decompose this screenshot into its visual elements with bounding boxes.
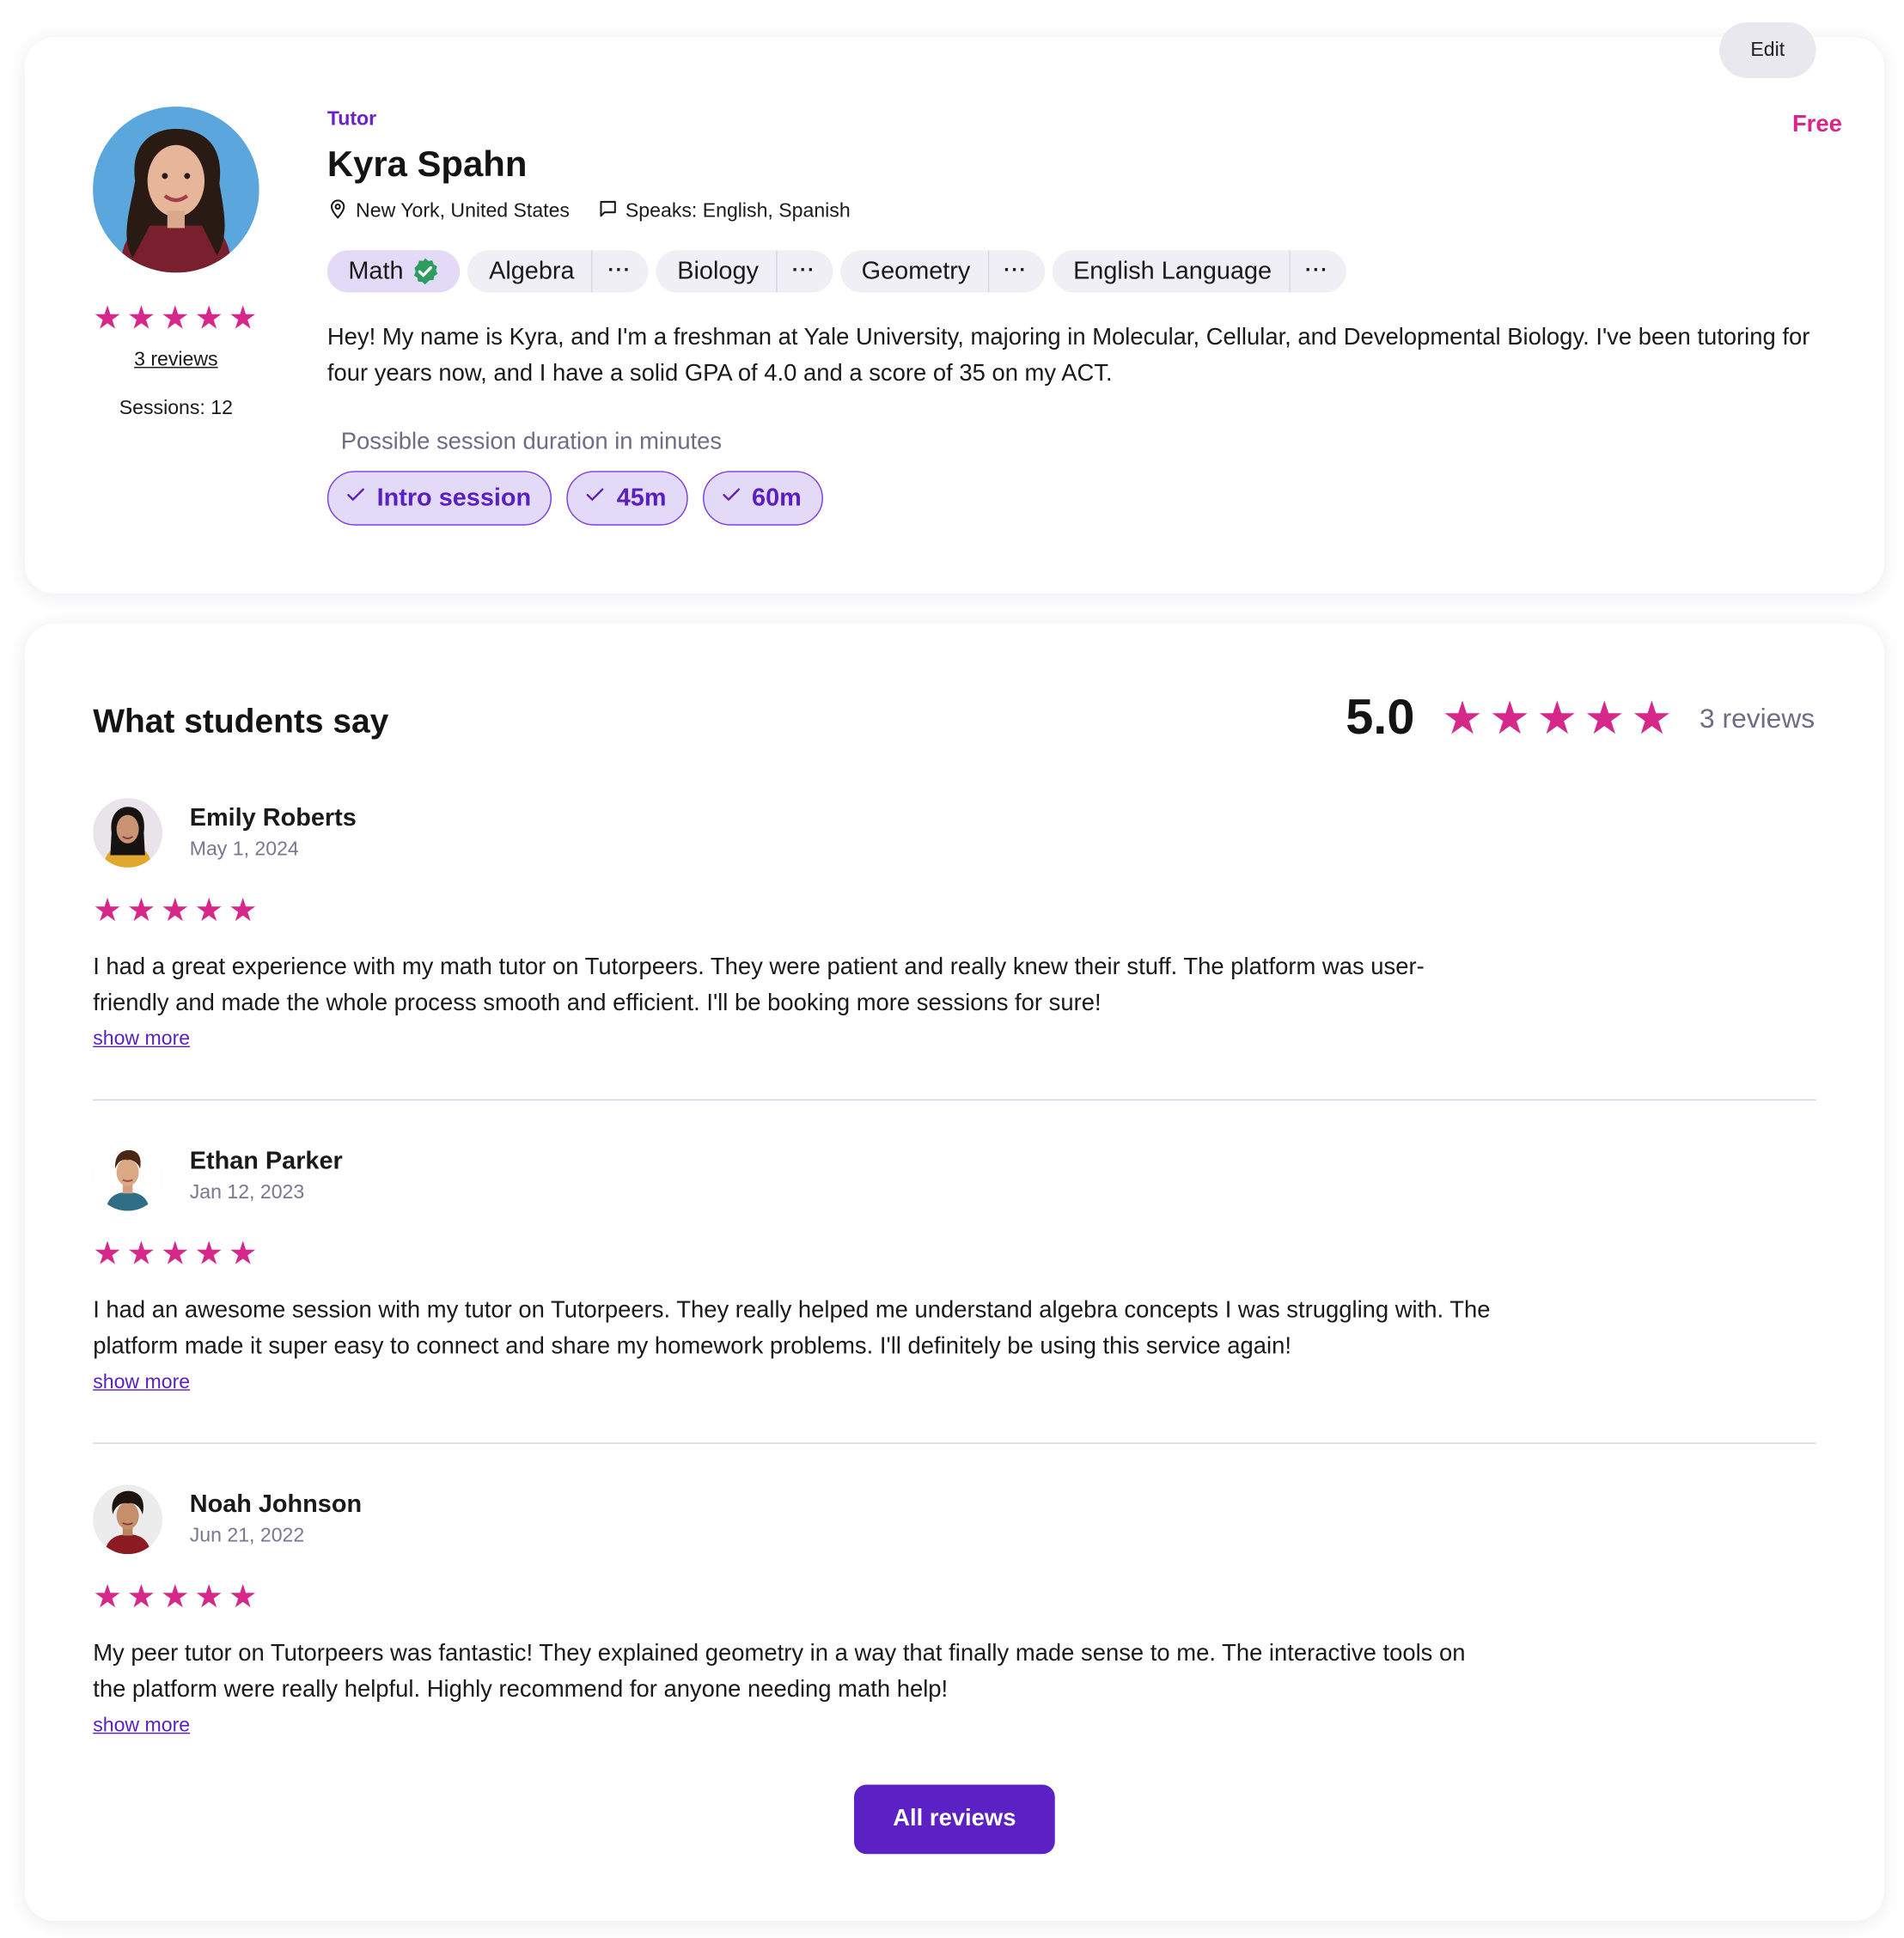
duration-chip-45m[interactable]: 45m [567, 471, 687, 526]
star-icon: ★ [194, 298, 224, 336]
subject-tag-label: Biology [677, 257, 759, 285]
more-options-icon[interactable]: ··· [987, 250, 1045, 293]
reviewer-name: Emily Roberts [189, 804, 357, 832]
star-icon: ★ [126, 891, 156, 929]
more-options-icon[interactable]: ··· [591, 250, 649, 293]
price-label: Free [1791, 111, 1842, 138]
duration-chip-60m[interactable]: 60m [702, 471, 823, 526]
subject-tag-algebra[interactable]: Algebra ··· [467, 250, 650, 293]
location-text: New York, United States [356, 200, 570, 222]
review-rating-stars: ★ ★ ★ ★ ★ [93, 1580, 257, 1612]
reviews-section-title: What students say [93, 703, 389, 740]
star-icon: ★ [93, 891, 122, 929]
subject-tag-label: Algebra [489, 257, 575, 285]
star-icon: ★ [1584, 692, 1626, 744]
reviewer-avatar [93, 798, 162, 868]
show-more-link[interactable]: show more [93, 1716, 190, 1738]
show-more-link[interactable]: show more [93, 1028, 190, 1051]
more-options-icon[interactable]: ··· [1289, 250, 1346, 293]
reviewer-avatar [93, 1484, 162, 1555]
star-icon: ★ [93, 1577, 122, 1615]
star-icon: ★ [1631, 692, 1673, 744]
subject-tag-label: English Language [1073, 257, 1272, 285]
reviewer-name: Ethan Parker [189, 1147, 343, 1175]
subject-tags: Math Algebra ··· Biology ··· Geometry ··… [326, 250, 1346, 293]
show-more-link[interactable]: show more [93, 1372, 190, 1394]
reviewer-name: Noah Johnson [189, 1490, 363, 1519]
tutor-meta: New York, United States Speaks: English,… [327, 198, 851, 226]
review-text: My peer tutor on Tutorpeers was fantasti… [93, 1641, 1466, 1703]
duration-chip-label: Intro session [376, 484, 532, 512]
tutor-profile-card: Edit Free ★ ★ ★ ★ ★ 3 reviews Sessions: … [24, 21, 1884, 594]
subject-tag-math[interactable]: Math [326, 250, 461, 293]
verified-badge-icon [411, 257, 441, 287]
reviews-count-link[interactable]: 3 reviews [93, 350, 259, 372]
check-icon [345, 484, 367, 514]
star-icon: ★ [194, 1577, 224, 1615]
star-icon: ★ [161, 1577, 190, 1615]
duration-chip-label: 60m [752, 484, 802, 512]
tutor-bio: Hey! My name is Kyra, and I'm a freshman… [326, 324, 1810, 387]
rating-summary: 5.0 ★ ★ ★ ★ ★ 3 reviews [1346, 691, 1815, 747]
star-icon: ★ [228, 1234, 258, 1272]
duration-chip-intro[interactable]: Intro session [326, 471, 552, 526]
star-icon: ★ [1489, 692, 1531, 744]
tutor-name: Kyra Spahn [326, 144, 528, 185]
tutor-avatar [93, 107, 259, 273]
speech-bubble-icon [597, 198, 619, 226]
average-rating: 5.0 [1346, 690, 1415, 746]
star-icon: ★ [194, 1234, 224, 1272]
subject-tag-label: Geometry [861, 257, 971, 285]
review-date: May 1, 2024 [189, 838, 299, 861]
subject-tag-geometry[interactable]: Geometry ··· [840, 250, 1045, 293]
star-icon: ★ [126, 1577, 156, 1615]
star-icon: ★ [228, 1577, 258, 1615]
check-icon [584, 484, 607, 514]
subject-tag-biology[interactable]: Biology ··· [656, 250, 833, 293]
star-icon: ★ [228, 298, 258, 336]
star-icon: ★ [161, 891, 190, 929]
role-label: Tutor [326, 108, 377, 131]
sessions-count: Sessions: 12 [119, 398, 233, 419]
reviews-card: What students say 5.0 ★ ★ ★ ★ ★ 3 review… [24, 623, 1884, 1922]
review-text: I had an awesome session with my tutor o… [93, 1297, 1491, 1360]
check-icon [720, 484, 742, 514]
review-divider [93, 1442, 1816, 1444]
star-icon: ★ [126, 298, 156, 336]
duration-label: Possible session duration in minutes [340, 429, 723, 455]
star-icon: ★ [1442, 692, 1484, 744]
star-icon: ★ [161, 298, 190, 336]
reviewer-avatar [93, 1141, 162, 1211]
star-icon: ★ [93, 298, 122, 336]
tutor-rating-stars: ★ ★ ★ ★ ★ [93, 302, 257, 334]
subject-tag-label: Math [348, 257, 404, 285]
star-icon: ★ [1536, 692, 1578, 744]
duration-chip-label: 45m [616, 484, 667, 512]
languages: Speaks: English, Spanish [597, 198, 851, 226]
star-icon: ★ [93, 1234, 122, 1272]
reviews-count: 3 reviews [1700, 702, 1816, 734]
location: New York, United States [327, 198, 570, 226]
edit-button[interactable]: Edit [1719, 21, 1816, 78]
star-icon: ★ [194, 891, 224, 929]
star-icon: ★ [228, 891, 258, 929]
all-reviews-button[interactable]: All reviews [854, 1784, 1055, 1855]
session-durations: Intro session 45m 60m [326, 471, 823, 526]
review-date: Jun 21, 2022 [189, 1525, 305, 1547]
more-options-icon[interactable]: ··· [776, 250, 833, 293]
review-rating-stars: ★ ★ ★ ★ ★ [93, 893, 257, 926]
languages-text: Speaks: English, Spanish [625, 200, 851, 222]
subject-tag-english-language[interactable]: English Language ··· [1052, 250, 1346, 293]
review-rating-stars: ★ ★ ★ ★ ★ [93, 1237, 257, 1270]
average-rating-stars: ★ ★ ★ ★ ★ [1442, 695, 1672, 740]
review-date: Jan 12, 2023 [189, 1182, 305, 1204]
star-icon: ★ [126, 1234, 156, 1272]
review-text: I had a great experience with my math tu… [93, 954, 1425, 1017]
star-icon: ★ [161, 1234, 190, 1272]
map-pin-icon [327, 198, 349, 226]
